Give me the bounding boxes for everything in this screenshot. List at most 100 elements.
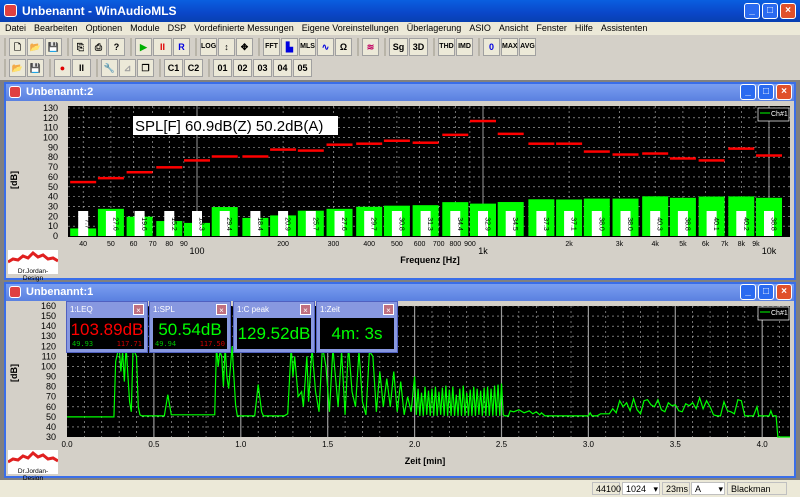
- meter-max: 117.50: [199, 340, 225, 348]
- max-icon[interactable]: MAX: [501, 38, 518, 56]
- move-icon[interactable]: ✥: [236, 38, 253, 56]
- maximize-button[interactable]: □: [758, 84, 774, 100]
- toolbar-group: ≋: [357, 38, 380, 56]
- samplerate: 44100: [592, 482, 621, 495]
- save-icon[interactable]: 💾: [45, 38, 62, 56]
- level-window-titlebar[interactable]: Unbenannt:1 _ □ ×: [6, 284, 794, 301]
- help-icon[interactable]: ?: [108, 38, 125, 56]
- minimize-button[interactable]: _: [744, 3, 760, 19]
- menu-2[interactable]: Optionen: [86, 22, 123, 35]
- log-icon[interactable]: LOG: [200, 38, 217, 56]
- meter-3[interactable]: 1:Zeit × 4m: 3s: [316, 301, 398, 353]
- avg-icon[interactable]: AVG: [519, 38, 536, 56]
- app-icon[interactable]: [4, 4, 17, 17]
- toolbar-group: FFT ▙ MLS ∿ Ω: [258, 38, 353, 56]
- menu-3[interactable]: Module: [130, 22, 160, 35]
- window-icon[interactable]: [9, 86, 21, 98]
- menu-7[interactable]: Überlagerung: [407, 22, 462, 35]
- fft-icon[interactable]: FFT: [263, 38, 280, 56]
- vertical-zoom-icon[interactable]: ↕: [218, 38, 235, 56]
- maximize-button[interactable]: □: [762, 3, 778, 19]
- close-icon[interactable]: ×: [133, 304, 144, 315]
- toolbar-group: ▶ II R: [130, 38, 191, 56]
- toolbar-group: THD IMD: [433, 38, 474, 56]
- main-toolbar: 🗋 📂 💾 ⎘ ⎙? ▶ II R LOG ↕ ✥ FFT ▙ MLS ∿ Ω ≋ Sg 3D THD IMD 0 MAX A…: [4, 37, 537, 57]
- play-icon[interactable]: ▶: [135, 38, 152, 56]
- meter-value: 4m: 3s: [320, 318, 394, 349]
- channel-1-icon[interactable]: C1: [164, 59, 183, 77]
- meter-min: 49.94: [155, 340, 177, 348]
- window-function: Blackman: [727, 482, 787, 495]
- minimize-button[interactable]: _: [740, 284, 756, 300]
- preset-icon[interactable]: 04: [273, 59, 292, 77]
- secondary-toolbar: 📂 💾 ● II 🔧 ⊿ ❐ C1 C2 01 02 03 04 05: [4, 58, 313, 78]
- channel-2-icon[interactable]: C2: [184, 59, 203, 77]
- copy-icon[interactable]: ⎘: [72, 38, 89, 56]
- menu-9[interactable]: Ansicht: [499, 22, 529, 35]
- toolbar-group: 01 02 03 04 05: [208, 59, 313, 77]
- preset-icon[interactable]: 01: [213, 59, 232, 77]
- meter-0[interactable]: 1:LEQ × 103.89dB 49.93 117.71: [66, 301, 148, 353]
- menu-8[interactable]: ASIO: [469, 22, 491, 35]
- close-button[interactable]: ×: [780, 3, 796, 19]
- mls-icon[interactable]: MLS: [299, 38, 316, 56]
- menu-0[interactable]: Datei: [5, 22, 26, 35]
- zero-icon[interactable]: 0: [483, 38, 500, 56]
- overlay-icon[interactable]: ≋: [362, 38, 379, 56]
- menu-10[interactable]: Fenster: [536, 22, 567, 35]
- open-folder-icon[interactable]: 📂: [9, 59, 26, 77]
- thd-icon[interactable]: THD: [438, 38, 455, 56]
- toolbar-group: 🗋 📂 💾: [4, 38, 63, 56]
- menu-6[interactable]: Eigene Voreinstellungen: [302, 22, 399, 35]
- pause-icon[interactable]: II: [72, 59, 91, 77]
- menu-4[interactable]: DSP: [168, 22, 187, 35]
- toolbar-group: ● II: [49, 59, 92, 77]
- meter-value: 129.52dB: [237, 318, 311, 349]
- toolbar-group: C1 C2: [159, 59, 204, 77]
- close-icon[interactable]: ×: [216, 304, 227, 315]
- wrench-icon[interactable]: 🔧: [101, 59, 118, 77]
- spectrum-window-titlebar[interactable]: Unbenannt:2 _ □ ×: [6, 84, 794, 101]
- maximize-button[interactable]: □: [758, 284, 774, 300]
- menu-5[interactable]: Vordefinierte Messungen: [194, 22, 294, 35]
- omega-icon[interactable]: Ω: [335, 38, 352, 56]
- meter-1[interactable]: 1:SPL × 50.54dB 49.94 117.50: [149, 301, 231, 353]
- bars-icon[interactable]: ▙: [281, 38, 298, 56]
- 3d-icon[interactable]: 3D: [409, 38, 428, 56]
- meter-2[interactable]: 1:C peak × 129.52dB: [233, 301, 315, 353]
- preset-icon[interactable]: 05: [293, 59, 312, 77]
- close-icon[interactable]: ×: [300, 304, 311, 315]
- toolbar-group: 0 MAX AVG: [478, 38, 537, 56]
- chevron-down-icon: ▾: [718, 484, 723, 494]
- print-icon[interactable]: ⎙: [90, 38, 107, 56]
- close-button[interactable]: ×: [776, 84, 792, 100]
- menu-1[interactable]: Bearbeiten: [34, 22, 78, 35]
- meter-value: 50.54dB 49.94 117.50: [153, 318, 227, 349]
- windows-icon[interactable]: ❐: [137, 59, 154, 77]
- window-icon[interactable]: [9, 286, 21, 298]
- close-button[interactable]: ×: [776, 284, 792, 300]
- save-disabled-icon[interactable]: 💾: [27, 59, 44, 77]
- close-icon[interactable]: ×: [383, 304, 394, 315]
- minimize-button[interactable]: _: [740, 84, 756, 100]
- new-file-icon[interactable]: 🗋: [9, 38, 26, 56]
- record-icon[interactable]: ●: [54, 59, 71, 77]
- graph-disabled-icon[interactable]: ⊿: [119, 59, 136, 77]
- weighting-select[interactable]: A ▾: [691, 482, 725, 495]
- fft-size-select[interactable]: 1024 ▾: [622, 482, 660, 495]
- toolbar-group: 📂 💾: [4, 59, 45, 77]
- imd-icon[interactable]: IMD: [456, 38, 473, 56]
- preset-icon[interactable]: 02: [233, 59, 252, 77]
- wave-icon[interactable]: ∿: [317, 38, 334, 56]
- reset-icon[interactable]: R: [173, 38, 190, 56]
- open-folder-icon[interactable]: 📂: [27, 38, 44, 56]
- sonagram-icon[interactable]: Sg: [389, 38, 408, 56]
- pause-icon[interactable]: II: [153, 38, 172, 56]
- meter-value: 103.89dB 49.93 117.71: [70, 318, 144, 349]
- menu-11[interactable]: Hilfe: [575, 22, 593, 35]
- menu-12[interactable]: Assistenten: [601, 22, 648, 35]
- toolbar-group: Sg 3D: [384, 38, 429, 56]
- toolbar-group: ⎘ ⎙?: [67, 38, 126, 56]
- preset-icon[interactable]: 03: [253, 59, 272, 77]
- toolbar-group: 🔧 ⊿ ❐: [96, 59, 155, 77]
